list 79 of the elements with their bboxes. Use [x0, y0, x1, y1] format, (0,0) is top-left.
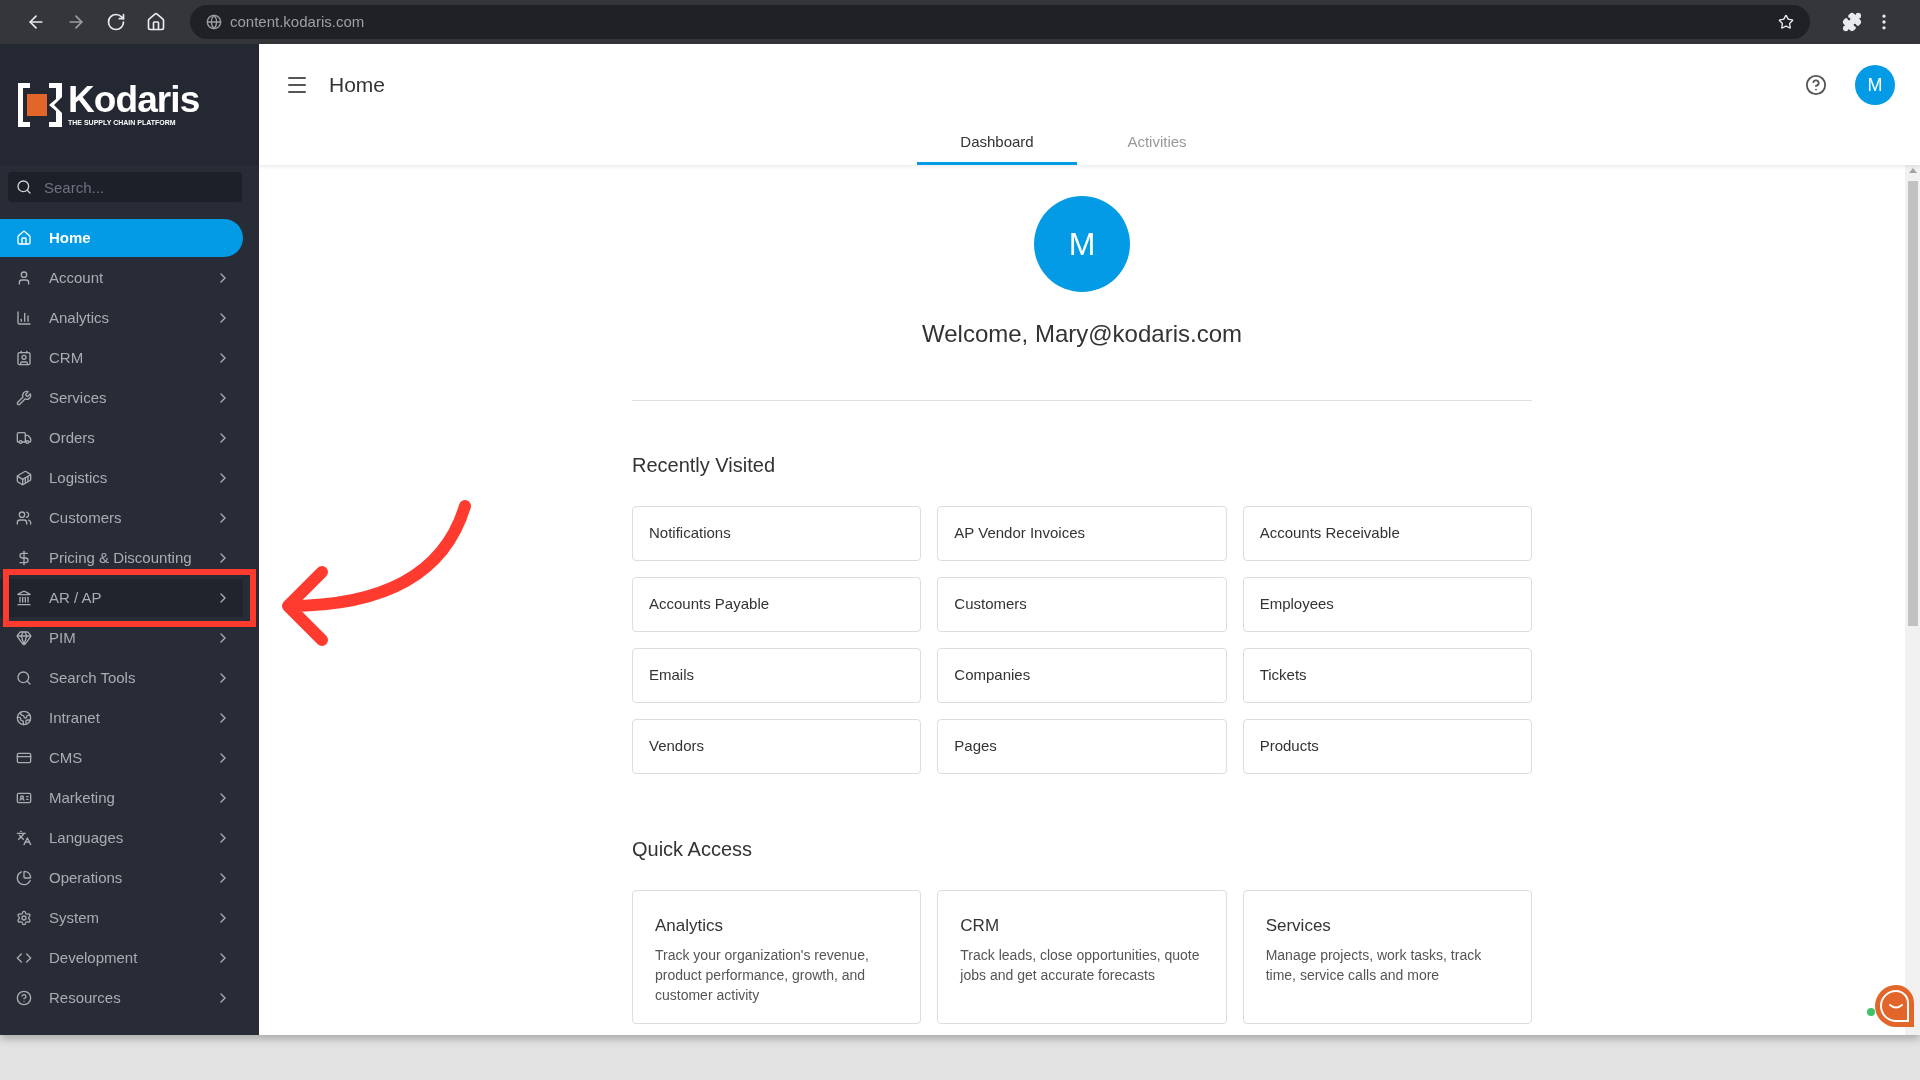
chart-icon: [16, 310, 32, 326]
recent-link-card[interactable]: Emails: [632, 648, 922, 703]
recent-link-card[interactable]: Vendors: [632, 719, 922, 774]
profile-avatar: M: [1034, 196, 1130, 292]
dollar-icon: [16, 550, 32, 566]
card-title: Services: [1265, 915, 1332, 937]
recent-link-card[interactable]: Notifications: [632, 506, 922, 561]
sidebar-item[interactable]: Pricing & Discounting: [0, 539, 243, 577]
sidebar-item[interactable]: Resources: [0, 979, 243, 1017]
card-title: Analytics: [655, 915, 725, 937]
address-bar[interactable]: content.kodaris.com: [190, 5, 1810, 39]
wrench-icon: [16, 390, 32, 406]
id-card-icon: [16, 790, 32, 806]
contact-card-icon: [16, 350, 32, 366]
sidebar-item[interactable]: Languages: [0, 819, 243, 857]
quick-access-card[interactable]: Analytics Track your organization's revenue, product performance, growth, and customer activity: [632, 890, 922, 1024]
tab[interactable]: Dashboard: [917, 126, 1077, 165]
search-icon: [16, 670, 32, 686]
globe-icon: [206, 14, 222, 30]
recent-link-card[interactable]: Products: [1242, 719, 1532, 774]
globe-icon: [16, 710, 32, 726]
home-icon[interactable]: [146, 12, 166, 32]
section-title: Recently Visited: [632, 453, 777, 478]
chat-widget-icon[interactable]: [1866, 983, 1916, 1029]
recent-link-card[interactable]: AP Vendor Invoices: [937, 506, 1227, 561]
sidebar-item[interactable]: Intranet: [0, 699, 243, 737]
quick-access-card[interactable]: CRM Track leads, close opportunities, quote jobs and get accurate forecasts: [937, 890, 1227, 1024]
card-description: Manage projects, work tasks, track time, service calls and more: [1265, 945, 1483, 985]
sidebar-item[interactable]: Operations: [0, 859, 243, 897]
welcome-text: Welcome, Mary@kodaris.com: [922, 319, 1242, 349]
sidebar-item[interactable]: Orders: [0, 419, 243, 457]
home-icon: [16, 230, 32, 246]
recent-link-card[interactable]: Tickets: [1242, 648, 1532, 703]
pie-chart-icon: [16, 870, 32, 886]
sidebar-item[interactable]: CMS: [0, 739, 243, 777]
code-icon: [16, 950, 32, 966]
card-icon: [16, 750, 32, 766]
logo-icon: [18, 82, 62, 127]
sidebar-item[interactable]: Marketing: [0, 779, 243, 817]
sidebar-item[interactable]: Analytics: [0, 299, 243, 337]
sidebar-item[interactable]: Search Tools: [0, 659, 243, 697]
page-title: Home: [329, 72, 386, 99]
gem-icon: [16, 630, 32, 646]
sidebar-item[interactable]: CRM: [0, 339, 243, 377]
search-icon: [16, 179, 32, 195]
recent-link-card[interactable]: Accounts Payable: [632, 577, 922, 632]
sidebar-item[interactable]: Account: [0, 259, 243, 297]
card-description: Track your organization's revenue, product performance, growth, and customer activity: [655, 945, 870, 1005]
url-text: content.kodaris.com: [230, 11, 366, 32]
extensions-icon[interactable]: [1842, 12, 1862, 32]
section-title: Quick Access: [632, 837, 754, 862]
search-field[interactable]: Search...: [8, 172, 242, 202]
brand-name: Kodaris: [68, 82, 200, 118]
star-icon[interactable]: [1778, 14, 1794, 30]
card-description: Track leads, close opportunities, quote jobs and get accurate forecasts: [960, 945, 1201, 985]
sidebar-item[interactable]: Development: [0, 939, 243, 977]
help-icon[interactable]: [1805, 74, 1827, 96]
sidebar-item[interactable]: Customers: [0, 499, 243, 537]
help-icon: [16, 990, 32, 1006]
bank-icon: [16, 590, 32, 606]
sidebar-item[interactable]: Logistics: [0, 459, 243, 497]
sidebar-item[interactable]: Services: [0, 379, 243, 417]
translate-icon: [16, 830, 32, 846]
recent-link-card[interactable]: Accounts Receivable: [1242, 506, 1532, 561]
recent-link-card[interactable]: Customers: [937, 577, 1227, 632]
recent-link-card[interactable]: Pages: [937, 719, 1227, 774]
sidebar-item[interactable]: PIM: [0, 619, 243, 657]
container-icon: [16, 470, 32, 486]
user-icon: [16, 270, 32, 286]
card-title: CRM: [960, 915, 1001, 937]
settings-icon: [16, 910, 32, 926]
recent-link-card[interactable]: Companies: [937, 648, 1227, 703]
recent-link-card[interactable]: Employees: [1242, 577, 1532, 632]
sidebar-item[interactable]: AR / AP: [0, 579, 243, 617]
reload-icon[interactable]: [106, 12, 126, 32]
sidebar-item[interactable]: System: [0, 899, 243, 937]
people-icon: [16, 510, 32, 526]
truck-icon: [16, 430, 32, 446]
quick-access-card[interactable]: Services Manage projects, work tasks, track time, service calls and more: [1242, 890, 1532, 1024]
